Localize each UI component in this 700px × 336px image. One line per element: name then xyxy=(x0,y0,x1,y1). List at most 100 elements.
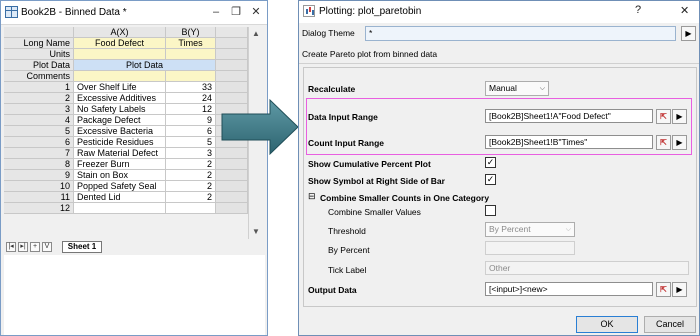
range-menu-icon[interactable]: ▶ xyxy=(672,135,687,150)
row-number[interactable]: 3 xyxy=(4,104,74,115)
empty-cell xyxy=(216,38,248,49)
check-icon: ✓ xyxy=(486,174,495,184)
cell-b[interactable]: 9 xyxy=(166,115,216,126)
cell-b[interactable] xyxy=(166,203,216,214)
row-number[interactable]: 12 xyxy=(4,203,74,214)
restore-icon[interactable]: ❐ xyxy=(227,3,245,21)
theme-menu-icon[interactable]: ▶ xyxy=(681,26,696,41)
cell-a[interactable]: Dented Lid xyxy=(74,192,166,203)
row-number[interactable]: 7 xyxy=(4,148,74,159)
chevron-down-icon: ⌵ xyxy=(539,85,545,92)
row-label[interactable]: Plot Data xyxy=(4,60,74,71)
workbook-blank-area xyxy=(4,255,265,335)
cell-a[interactable]: Popped Safety Seal xyxy=(74,181,166,192)
row-number[interactable]: 9 xyxy=(4,170,74,181)
row-number[interactable]: 4 xyxy=(4,115,74,126)
row-number[interactable]: 2 xyxy=(4,93,74,104)
table-row: 2 Excessive Additives 24 xyxy=(4,93,248,104)
plot-data-sparkline[interactable]: Plot Data xyxy=(74,60,216,71)
column-header-empty xyxy=(216,27,248,38)
cell-b[interactable]: 3 xyxy=(166,148,216,159)
scroll-up-icon[interactable]: ▲ xyxy=(252,29,260,38)
corner-cell[interactable] xyxy=(4,27,74,38)
row-number[interactable]: 8 xyxy=(4,159,74,170)
cell-a[interactable] xyxy=(74,203,166,214)
row-label[interactable]: Comments xyxy=(4,71,74,82)
threshold-label: Threshold xyxy=(328,226,366,236)
add-sheet-button[interactable]: + xyxy=(30,242,40,252)
cell-b[interactable]: 2 xyxy=(166,181,216,192)
cell-b[interactable]: 6 xyxy=(166,126,216,137)
count-input-range-field[interactable]: [Book2B]Sheet1!B"Times" xyxy=(485,135,653,149)
cell-a[interactable]: Raw Material Defect xyxy=(74,148,166,159)
units-a[interactable] xyxy=(74,49,166,60)
close-icon[interactable]: ✕ xyxy=(247,3,265,21)
range-select-icon[interactable]: ⇱ xyxy=(656,135,671,150)
row-number[interactable]: 11 xyxy=(4,192,74,203)
range-select-icon[interactable]: ⇱ xyxy=(656,282,671,297)
row-number[interactable]: 6 xyxy=(4,137,74,148)
close-icon[interactable]: ✕ xyxy=(680,4,689,17)
cell-a[interactable]: Excessive Bacteria xyxy=(74,126,166,137)
column-header-b[interactable]: B(Y) xyxy=(166,27,216,38)
long-name-b[interactable]: Times xyxy=(166,38,216,49)
row-label[interactable]: Units xyxy=(4,49,74,60)
cancel-button[interactable]: Cancel xyxy=(644,316,696,333)
chevron-down-icon: ⌵ xyxy=(565,226,571,233)
range-menu-icon[interactable]: ▶ xyxy=(672,109,687,124)
dialog-theme-select[interactable]: * xyxy=(365,26,676,41)
cell-b[interactable]: 5 xyxy=(166,137,216,148)
cell-b[interactable]: 2 xyxy=(166,192,216,203)
tick-label-field[interactable]: Other xyxy=(485,261,689,275)
cell-b[interactable]: 24 xyxy=(166,93,216,104)
show-symbol-checkbox[interactable]: ✓ xyxy=(485,174,496,185)
cell-a[interactable]: Pesticide Residues xyxy=(74,137,166,148)
cell-a[interactable]: Excessive Additives xyxy=(74,93,166,104)
comments-a[interactable] xyxy=(74,71,166,82)
combine-values-checkbox[interactable] xyxy=(485,205,496,216)
minimize-icon[interactable]: – xyxy=(207,3,225,21)
collapse-icon[interactable]: ⊟ xyxy=(308,191,316,202)
threshold-value: By Percent xyxy=(489,224,531,234)
by-percent-field[interactable] xyxy=(485,241,575,255)
row-number[interactable]: 5 xyxy=(4,126,74,137)
cell-a[interactable]: Freezer Burn xyxy=(74,159,166,170)
cell-a[interactable]: Stain on Box xyxy=(74,170,166,181)
units-b[interactable] xyxy=(166,49,216,60)
workbook-title-bar[interactable]: Book2B - Binned Data * – ❐ ✕ xyxy=(1,1,267,25)
cell-a[interactable]: Over Shelf Life xyxy=(74,82,166,93)
ok-button[interactable]: OK xyxy=(576,316,638,333)
row-number[interactable]: 10 xyxy=(4,181,74,192)
tab-sheet-1[interactable]: Sheet 1 xyxy=(62,241,102,253)
long-name-a[interactable]: Food Defect xyxy=(74,38,166,49)
cell-b[interactable]: 2 xyxy=(166,159,216,170)
cell-a[interactable]: Package Defect xyxy=(74,115,166,126)
first-sheet-icon[interactable]: |◂ xyxy=(6,242,16,252)
cell-b[interactable]: 12 xyxy=(166,104,216,115)
help-icon[interactable]: ? xyxy=(635,4,641,16)
workbook-icon xyxy=(5,6,18,18)
table-row: 3 No Safety Labels 12 xyxy=(4,104,248,115)
dialog-title-bar[interactable]: Plotting: plot_paretobin ? ✕ xyxy=(299,1,699,23)
by-percent-label: By Percent xyxy=(328,245,370,255)
output-data-field[interactable]: [<input>]<new> xyxy=(485,282,653,296)
sheet-list-button[interactable]: V xyxy=(42,242,52,252)
scroll-down-icon[interactable]: ▼ xyxy=(252,227,260,236)
label-row-long-name: Long Name Food Defect Times xyxy=(4,38,248,49)
comments-b[interactable] xyxy=(166,71,216,82)
data-input-range-field[interactable]: [Book2B]Sheet1!A"Food Defect" xyxy=(485,109,653,123)
range-menu-icon[interactable]: ▶ xyxy=(672,282,687,297)
cell-a[interactable]: No Safety Labels xyxy=(74,104,166,115)
column-header-a[interactable]: A(X) xyxy=(74,27,166,38)
row-label[interactable]: Long Name xyxy=(4,38,74,49)
last-sheet-icon[interactable]: ▸| xyxy=(18,242,28,252)
show-cumulative-checkbox[interactable]: ✓ xyxy=(485,157,496,168)
table-row: 6 Pesticide Residues 5 xyxy=(4,137,248,148)
cell-b[interactable]: 2 xyxy=(166,170,216,181)
divider xyxy=(299,63,699,64)
range-select-icon[interactable]: ⇱ xyxy=(656,109,671,124)
cell-b[interactable]: 33 xyxy=(166,82,216,93)
row-number[interactable]: 1 xyxy=(4,82,74,93)
threshold-select[interactable]: By Percent ⌵ xyxy=(485,222,575,237)
recalculate-select[interactable]: Manual ⌵ xyxy=(485,81,549,96)
